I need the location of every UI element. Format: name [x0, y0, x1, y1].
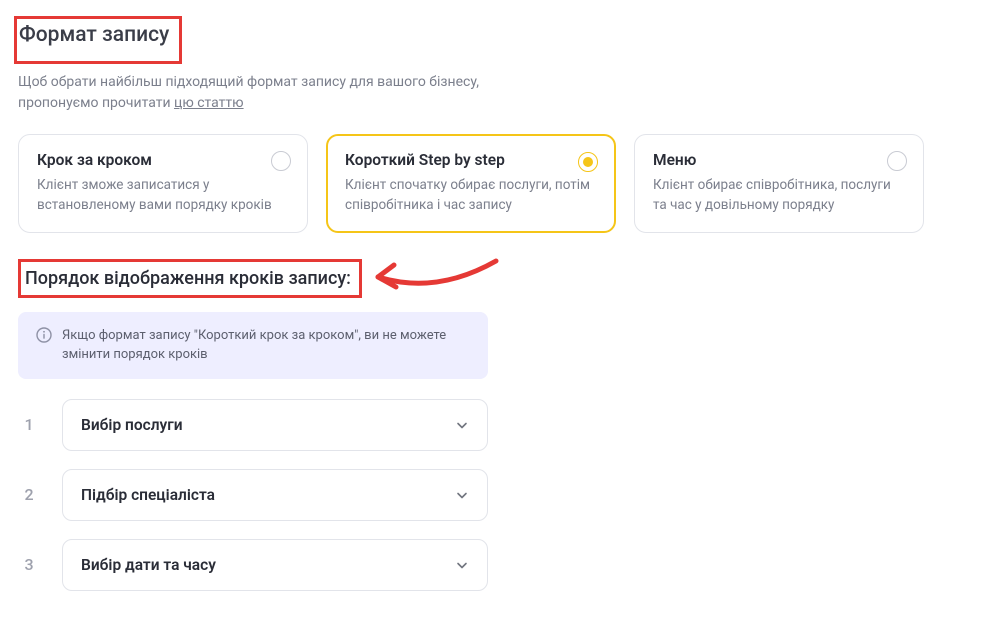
format-card-title: Меню — [653, 151, 905, 169]
format-card-desc: Клієнт обирає співробітника, послуги та … — [653, 175, 905, 216]
annotation-highlight-title: Формат запису — [14, 16, 182, 64]
chevron-down-icon — [455, 418, 469, 432]
intro-text-prefix: Щоб обрати найбільш підходящий формат за… — [18, 74, 479, 111]
info-banner-text: Якщо формат запису "Короткий крок за кро… — [62, 326, 470, 365]
info-banner: Якщо формат запису "Короткий крок за кро… — [18, 312, 488, 379]
step-row: 1 Вибір послуги — [18, 399, 488, 451]
radio-icon — [887, 151, 907, 171]
format-card-short-step[interactable]: Короткий Step by step Клієнт спочатку об… — [326, 134, 616, 233]
format-card-step-by-step[interactable]: Крок за кроком Клієнт зможе записатися у… — [18, 134, 308, 233]
info-icon — [36, 327, 52, 343]
format-card-desc: Клієнт спочатку обирає послуги, потім сп… — [345, 175, 597, 216]
radio-icon — [271, 151, 291, 171]
format-cards-group: Крок за кроком Клієнт зможе записатися у… — [18, 134, 982, 233]
step-item-specialist[interactable]: Підбір спеціаліста — [62, 469, 488, 521]
step-label: Підбір спеціаліста — [81, 486, 215, 504]
section-title: Формат запису — [19, 23, 169, 47]
step-label: Вибір послуги — [81, 416, 183, 434]
chevron-down-icon — [455, 558, 469, 572]
radio-icon — [578, 152, 598, 172]
step-number: 3 — [18, 555, 40, 574]
steps-subtitle: Порядок відображення кроків запису: — [25, 268, 351, 289]
annotation-arrow-icon — [366, 253, 506, 301]
format-card-title: Короткий Step by step — [345, 151, 597, 169]
step-row: 3 Вибір дати та часу — [18, 539, 488, 591]
step-number: 2 — [18, 485, 40, 504]
format-card-title: Крок за кроком — [37, 151, 289, 169]
subtitle-row: Порядок відображення кроків запису: — [18, 259, 982, 298]
intro-article-link[interactable]: цю статтю — [174, 95, 244, 111]
step-label: Вибір дати та часу — [81, 556, 216, 574]
annotation-highlight-subtitle: Порядок відображення кроків запису: — [18, 259, 362, 298]
format-card-desc: Клієнт зможе записатися у встановленому … — [37, 175, 289, 216]
intro-text: Щоб обрати найбільш підходящий формат за… — [18, 72, 488, 114]
chevron-down-icon — [455, 488, 469, 502]
step-item-datetime[interactable]: Вибір дати та часу — [62, 539, 488, 591]
steps-list: 1 Вибір послуги 2 Підбір спеціаліста 3 В… — [18, 399, 488, 591]
format-card-menu[interactable]: Меню Клієнт обирає співробітника, послуг… — [634, 134, 924, 233]
step-item-service[interactable]: Вибір послуги — [62, 399, 488, 451]
step-number: 1 — [18, 415, 40, 434]
step-row: 2 Підбір спеціаліста — [18, 469, 488, 521]
